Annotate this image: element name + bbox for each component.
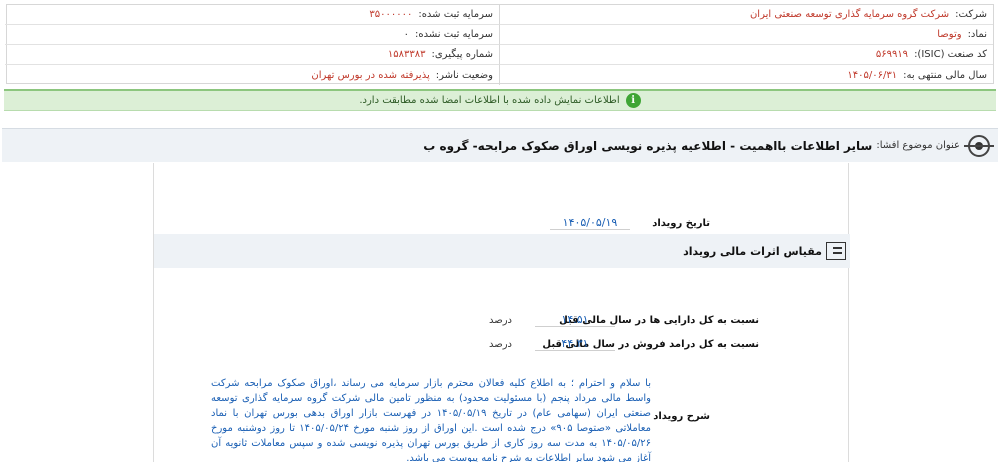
fiscal-label: سال مالی منتهی به:: [903, 69, 987, 81]
symbol-label: نماد:: [967, 29, 987, 40]
symbol-cell: نماد: وتوصا: [499, 25, 993, 45]
metric-unit: درصد: [488, 339, 512, 350]
notice-text: اطلاعات نمایش داده شده با اطلاعات امضا ش…: [359, 95, 620, 106]
metric-value: ۴۴.۳۱: [535, 337, 615, 351]
metric-row-assets: نسبت به کل دارایی ها در سال مالی قبل ۱۴.…: [152, 311, 848, 333]
tracking-value: ۱۵۸۳۳۸۳: [387, 49, 426, 60]
isic-label: کد صنعت (ISIC):: [914, 49, 987, 60]
subject-header: عنوان موضوع افشا: سایر اطلاعات بااهمیت -…: [2, 128, 998, 162]
company-label: شرکت:: [955, 9, 987, 20]
isic-value: ۵۶۹۹۱۹: [875, 49, 909, 60]
tracking-cell: شماره پیگیری: ۱۵۸۳۳۸۳: [5, 45, 499, 65]
event-date-label: تاریخ رویداد: [652, 217, 710, 229]
status-cell: وضعیت ناشر: پذیرفته شده در بورس تهران: [5, 65, 499, 85]
company-cell: شرکت: شرکت گروه سرمایه گذاری توسعه صنعتی…: [499, 5, 993, 25]
fiscal-value: ۱۴۰۵/۰۶/۳۱: [847, 69, 898, 81]
subject-label: عنوان موضوع افشا:: [876, 140, 960, 151]
symbol-value: وتوصا: [937, 29, 962, 40]
company-value: شرکت گروه سرمایه گذاری توسعه صنعتی ایران: [749, 9, 950, 20]
verification-notice: i اطلاعات نمایش داده شده با اطلاعات امضا…: [4, 89, 996, 111]
company-info-table: شرکت: شرکت گروه سرمایه گذاری توسعه صنعتی…: [5, 4, 994, 85]
edit-icon: [826, 242, 846, 260]
fiscal-cell: سال مالی منتهی به: ۱۴۰۵/۰۶/۳۱: [499, 65, 993, 85]
metric-row-revenue: نسبت به کل درامد فروش در سال مالی قبل ۴۴…: [152, 335, 848, 357]
financial-impact-title: مقیاس اثرات مالی رویداد: [683, 244, 822, 258]
description-text: با سلام و احترام ؛ به اطلاع کلیه فعالان …: [211, 378, 652, 462]
capital-registered-cell: سرمایه ثبت شده: ۳۵۰۰۰۰۰۰: [5, 5, 499, 25]
capital-unregistered-label: سرمایه ثبت نشده:: [415, 29, 493, 40]
status-label: وضعیت ناشر:: [435, 69, 493, 81]
capital-registered-label: سرمایه ثبت شده:: [418, 9, 493, 20]
description-label: شرح رویداد: [653, 411, 710, 422]
status-value: پذیرفته شده در بورس تهران: [311, 69, 430, 81]
capital-registered-value: ۳۵۰۰۰۰۰۰: [369, 9, 413, 20]
subject-title: سایر اطلاعات بااهمیت - اطلاعیه پذیره نوی…: [423, 138, 873, 153]
tracking-label: شماره پیگیری:: [431, 49, 493, 60]
target-icon: [964, 134, 994, 157]
capital-unregistered-cell: سرمایه ثبت نشده: ۰: [5, 25, 499, 45]
event-date-row: تاریخ رویداد ۱۴۰۵/۰۵/۱۹: [152, 213, 848, 233]
event-date-value: ۱۴۰۵/۰۵/۱۹: [550, 216, 630, 230]
isic-cell: کد صنعت (ISIC): ۵۶۹۹۱۹: [499, 45, 993, 65]
metric-value: ۱۴.۵۱: [535, 313, 615, 327]
event-panel: تاریخ رویداد ۱۴۰۵/۰۵/۱۹ مقیاس اثرات مالی…: [152, 163, 850, 462]
capital-unregistered-value: ۰: [403, 29, 410, 40]
financial-impact-header: مقیاس اثرات مالی رویداد: [154, 234, 850, 268]
info-icon: i: [625, 93, 641, 108]
metric-unit: درصد: [488, 315, 512, 326]
